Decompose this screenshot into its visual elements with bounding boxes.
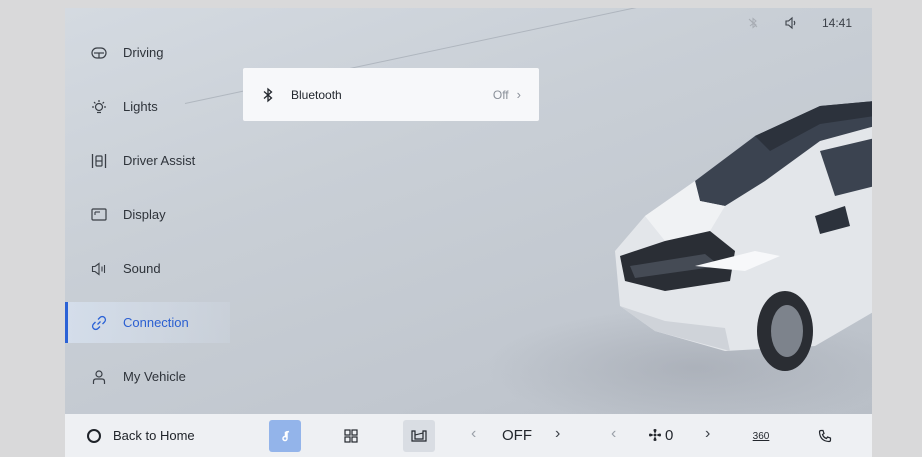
infotainment-screen: 14:41 Driving Lights Driver Assist Displ… [65,8,872,457]
music-button[interactable] [269,420,301,452]
phone-button[interactable] [809,420,841,452]
sidebar-item-my-vehicle[interactable]: My Vehicle [65,356,230,397]
sidebar-item-lights[interactable]: Lights [65,86,230,127]
music-icon [282,430,290,442]
sidebar-item-label: Driver Assist [123,153,196,168]
car-image [615,101,872,371]
ac-increase-button[interactable]: › [555,425,560,443]
back-to-home-button[interactable]: Back to Home [65,428,267,443]
vehicle-button[interactable] [403,420,435,452]
sidebar-item-driver-assist[interactable]: Driver Assist [65,140,230,181]
sidebar-item-sound[interactable]: Sound [65,248,230,289]
camera-360-icon: 360 [752,430,770,442]
sidebar-item-label: My Vehicle [123,369,186,384]
apps-button[interactable] [335,420,367,452]
sidebar-item-label: Display [123,207,166,222]
bluetooth-row[interactable]: Bluetooth Off › [243,68,539,121]
apps-grid-icon [344,429,358,443]
steering-wheel-icon [89,43,109,63]
camera-360-button[interactable]: 360 [745,420,777,452]
settings-sidebar: Driving Lights Driver Assist Display Sou… [65,32,230,410]
sidebar-item-label: Driving [123,45,164,60]
back-to-home-label: Back to Home [113,428,195,443]
car-seat-icon [411,430,427,442]
phone-icon [818,429,832,443]
bluetooth-status: Off [492,87,509,102]
light-bulb-icon [89,97,109,117]
bottom-dock: Back to Home ‹ OFF › ‹ 0 › 360 [65,414,872,457]
speaker-icon [89,259,109,279]
fan-level: 0 [665,427,674,444]
fan-increase-button[interactable]: › [705,425,710,443]
ac-status: OFF [502,427,532,444]
bluetooth-off-icon [746,16,760,30]
display-icon [89,205,109,225]
fan-icon [648,428,662,447]
clock: 14:41 [821,16,852,30]
volume-icon[interactable] [784,16,798,30]
sidebar-item-connection[interactable]: Connection [65,302,230,343]
bluetooth-label: Bluetooth [291,87,342,102]
sidebar-item-label: Lights [123,99,158,114]
sidebar-item-display[interactable]: Display [65,194,230,235]
sidebar-item-label: Connection [123,315,189,330]
person-icon [89,367,109,387]
fan-decrease-button[interactable]: ‹ [611,425,616,443]
link-icon [89,313,109,333]
sidebar-item-label: Sound [123,261,161,276]
bluetooth-icon [261,87,277,103]
status-bar: 14:41 [746,16,852,30]
chevron-right-icon: › [516,87,521,102]
driver-assist-icon [89,151,109,171]
ac-decrease-button[interactable]: ‹ [471,425,476,443]
sidebar-item-driving[interactable]: Driving [65,32,230,73]
home-circle-icon [87,428,101,443]
